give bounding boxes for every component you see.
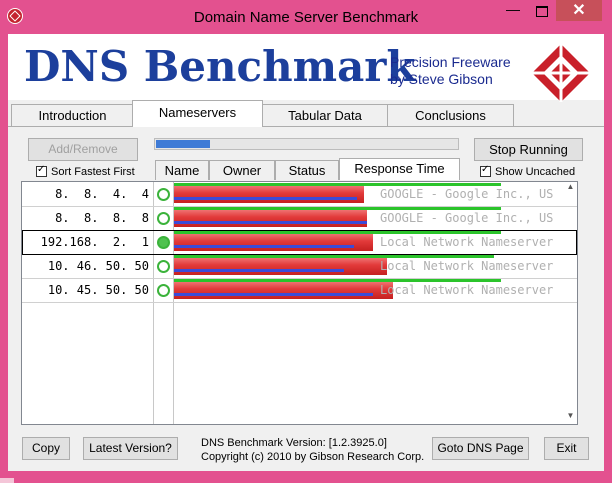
stop-running-button[interactable]: Stop Running — [474, 138, 583, 161]
row-ip-address: 10. 46. 50. 50 — [47, 259, 149, 273]
response-bar-blue — [174, 245, 354, 248]
response-bar-red — [174, 279, 393, 299]
column-name[interactable]: Name — [155, 160, 209, 180]
status-indicator-icon — [157, 188, 170, 201]
progress-bar — [154, 138, 459, 150]
row-ip-address: 10. 45. 50. 50 — [47, 283, 149, 297]
show-uncached-checkbox[interactable]: Show Uncached — [480, 164, 576, 178]
response-bar-blue — [174, 293, 373, 296]
table-row[interactable]: 8. 8. 4. 4 GOOGLE - Google Inc., US — [22, 182, 577, 207]
row-owner: Local Network Nameserver — [380, 259, 554, 273]
taskbar-fragment — [0, 478, 14, 483]
grc-logo-icon — [532, 44, 590, 102]
add-remove-button[interactable]: Add/Remove — [28, 138, 138, 161]
status-indicator-icon — [157, 284, 170, 297]
checkbox-checked-icon[interactable] — [36, 164, 47, 177]
response-bar-green — [174, 255, 494, 258]
header-banner: DNS Benchmark Precision Freeware by Stev… — [8, 34, 604, 102]
version-text: DNS Benchmark Version: [1.2.3925.0] — [201, 437, 387, 449]
copy-button[interactable]: Copy — [22, 437, 70, 460]
logo-text: DNS Benchmark — [24, 42, 416, 91]
row-ip-address: 8. 8. 8. 8 — [47, 211, 149, 225]
minimize-button[interactable]: — — [499, 1, 527, 21]
checkbox-checked-icon[interactable] — [480, 164, 491, 177]
response-bar-red — [174, 231, 373, 251]
column-status[interactable]: Status — [275, 160, 339, 180]
row-owner: Local Network Nameserver — [380, 235, 554, 249]
status-indicator-icon — [157, 236, 170, 249]
response-bar-blue — [174, 221, 367, 224]
table-row[interactable]: 192.168. 2. 1 Local Network Nameserver — [22, 230, 577, 255]
response-bar-blue — [174, 197, 357, 200]
tagline-line1: Precision Freeware — [390, 54, 511, 70]
tab-divider — [8, 126, 604, 127]
response-bar-red — [174, 183, 364, 203]
nameserver-list[interactable]: 8. 8. 4. 4 GOOGLE - Google Inc., US 8. 8.… — [21, 181, 578, 425]
copyright-text: Copyright (c) 2010 by Gibson Research Co… — [201, 451, 425, 463]
scroll-up-icon[interactable]: ▲ — [564, 182, 577, 195]
sort-fastest-checkbox[interactable]: Sort Fastest First — [36, 164, 135, 178]
sort-fastest-label: Sort Fastest First — [51, 166, 135, 178]
tab-nameservers[interactable]: Nameservers — [132, 100, 263, 127]
response-bar-green — [174, 207, 501, 210]
status-indicator-icon — [157, 260, 170, 273]
tab-strip: Introduction Nameservers Tabular Data Co… — [8, 100, 604, 127]
response-bar-blue — [174, 269, 344, 272]
app-window: Domain Name Server Benchmark — ✕ DNS Ben… — [0, 0, 612, 483]
tab-conclusions[interactable]: Conclusions — [387, 104, 514, 126]
response-bar-red — [174, 255, 387, 275]
scroll-down-icon[interactable]: ▼ — [564, 411, 577, 424]
title-bar[interactable]: Domain Name Server Benchmark — ✕ — [0, 0, 612, 34]
table-row[interactable]: 8. 8. 8. 8 GOOGLE - Google Inc., US — [22, 206, 577, 231]
close-button[interactable]: ✕ — [556, 0, 602, 21]
row-owner: GOOGLE - Google Inc., US — [380, 187, 554, 201]
tagline-line2: by Steve Gibson — [390, 71, 493, 87]
table-row[interactable]: 10. 45. 50. 50 Local Network Nameserver — [22, 278, 577, 303]
column-owner[interactable]: Owner — [209, 160, 275, 180]
response-bar-red — [174, 207, 367, 227]
table-row[interactable]: 10. 46. 50. 50 Local Network Nameserver — [22, 254, 577, 279]
row-owner: Local Network Nameserver — [380, 283, 554, 297]
latest-version-button[interactable]: Latest Version? — [83, 437, 178, 460]
goto-dns-page-button[interactable]: Goto DNS Page — [432, 437, 529, 460]
row-owner: GOOGLE - Google Inc., US — [380, 211, 554, 225]
response-bar-green — [174, 279, 501, 282]
response-bar-green — [174, 183, 501, 186]
response-bar-green — [174, 231, 501, 234]
tab-tabular-data[interactable]: Tabular Data — [261, 104, 389, 126]
maximize-button[interactable] — [527, 1, 555, 21]
status-indicator-icon — [157, 212, 170, 225]
progress-fill — [156, 140, 210, 148]
row-ip-address: 8. 8. 4. 4 — [47, 187, 149, 201]
exit-button[interactable]: Exit — [544, 437, 589, 460]
show-uncached-label: Show Uncached — [495, 166, 576, 178]
row-ip-address: 192.168. 2. 1 — [40, 235, 149, 249]
column-response-time[interactable]: Response Time — [339, 158, 460, 180]
tab-introduction[interactable]: Introduction — [11, 104, 134, 126]
client-area: DNS Benchmark Precision Freeware by Stev… — [8, 34, 604, 471]
